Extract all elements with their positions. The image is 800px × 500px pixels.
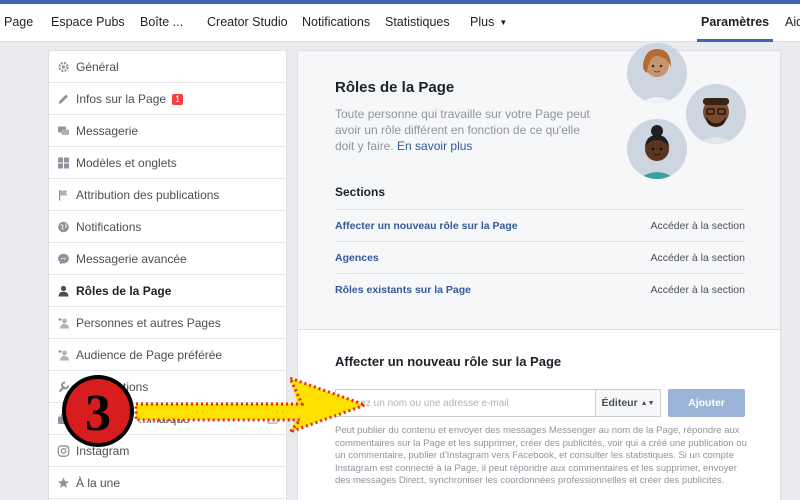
tab-parametres[interactable]: Paramètres <box>697 4 774 42</box>
sidebar-item-label: ...tions <box>113 380 149 394</box>
section-row-agencies: Agences Accéder à la section <box>335 241 745 273</box>
sidebar-item-label: Infos sur la Page 1 <box>76 83 184 115</box>
sidebar-item-label: ...marque <box>139 412 190 426</box>
learn-more-link[interactable]: En savoir plus <box>397 139 472 153</box>
sidebar-item-label: Messagerie <box>76 124 139 138</box>
sidebar-item-label: Notifications <box>76 220 142 234</box>
sidebar-item-messagerie[interactable]: Messagerie <box>49 115 286 147</box>
section-row-existing-roles: Rôles existants sur la Page Accéder à la… <box>335 273 745 305</box>
sidebar-item-contenu-marque[interactable]: ...marque <box>49 403 286 435</box>
tab-more-label: Plus <box>470 15 495 29</box>
tab-aide[interactable]: Aide <box>785 4 800 42</box>
sidebar-item-label: Messagerie avancée <box>76 252 187 266</box>
avatar-man-illustration <box>686 84 746 144</box>
tab-statistiques-label: Statistiques <box>385 15 450 29</box>
page-title: Rôles de la Page <box>335 79 455 96</box>
person-add-icon <box>58 350 69 361</box>
section-link[interactable]: Agences <box>335 242 379 274</box>
tab-page[interactable]: Page <box>4 4 33 42</box>
sidebar-item-label: À la une <box>76 476 121 490</box>
sidebar-item-instagram[interactable]: Instagram <box>49 435 286 467</box>
page-roles-panel: Rôles de la Page Toute personne qui trav… <box>297 43 781 330</box>
sidebar-item-label: Audience de Page préférée <box>76 348 223 362</box>
caret-down-icon: ▼ <box>499 18 508 27</box>
sidebar-item-infos[interactable]: Infos sur la Page 1 <box>49 83 286 115</box>
grid-icon <box>58 157 69 169</box>
globe-icon <box>58 221 69 233</box>
sidebar-item-personnes[interactable]: Personnes et autres Pages <box>49 307 286 339</box>
name-or-email-input[interactable] <box>335 389 596 417</box>
sidebar-item-label: Attribution des publications <box>76 188 220 202</box>
tab-statistiques[interactable]: Statistiques <box>385 4 450 42</box>
sidebar-item-label: Personnes et autres Pages <box>76 316 221 330</box>
section-link[interactable]: Affecter un nouveau rôle sur la Page <box>335 210 518 242</box>
add-button[interactable]: Ajouter <box>668 389 745 417</box>
notification-badge: 1 <box>172 94 184 105</box>
external-link-icon <box>267 413 278 424</box>
sidebar-item-label: Général <box>76 60 119 74</box>
section-row-assign: Affecter un nouveau rôle sur la Page Acc… <box>335 209 745 241</box>
sidebar-item-notifications[interactable]: Notifications <box>49 211 286 243</box>
sidebar-item-attribution[interactable]: Attribution des publications <box>49 179 286 211</box>
messenger-icon <box>58 253 69 265</box>
avatar-woman-bun-illustration <box>627 119 687 179</box>
wrench-icon <box>58 381 69 393</box>
go-to-section-link[interactable]: Accéder à la section <box>650 274 745 306</box>
briefcase-icon <box>58 414 69 424</box>
chat-bubbles-icon <box>58 126 69 135</box>
sidebar-item-label: Instagram <box>76 444 130 458</box>
settings-sidebar: Général Infos sur la Page 1 Messagerie Mo… <box>48 50 287 500</box>
tab-creator-studio[interactable]: Creator Studio <box>207 4 288 42</box>
sidebar-item-modeles[interactable]: Modèles et onglets <box>49 147 286 179</box>
tab-more[interactable]: Plus ▼ <box>470 4 507 42</box>
go-to-section-link[interactable]: Accéder à la section <box>650 210 745 242</box>
sidebar-item-label: Modèles et onglets <box>76 156 177 170</box>
page-tabs-bar: Page Espace Pubs Boîte ... Creator Studi… <box>0 4 800 42</box>
avatar-woman-illustration <box>627 43 687 103</box>
roles-description: Toute personne qui travaille sur votre P… <box>335 106 595 154</box>
up-down-arrows-icon: ▲▼ <box>640 400 655 407</box>
instagram-icon <box>57 445 70 457</box>
sidebar-item-text: Infos sur la Page <box>76 92 167 106</box>
assign-role-panel: Affecter un nouveau rôle sur la Page Édi… <box>297 330 781 500</box>
star-icon <box>58 477 69 488</box>
role-select-value: Éditeur <box>601 397 638 409</box>
sidebar-item-applications[interactable]: ...tions <box>49 371 286 403</box>
tab-notifications[interactable]: Notifications <box>302 4 370 42</box>
tab-inbox[interactable]: Boîte ... <box>140 4 183 42</box>
person-icon <box>58 285 69 297</box>
sections-heading: Sections <box>335 185 386 199</box>
sidebar-item-a-la-une[interactable]: À la une <box>49 467 286 499</box>
role-select[interactable]: Éditeur ▲▼ <box>595 389 661 417</box>
tab-espace-pubs[interactable]: Espace Pubs <box>51 4 125 42</box>
gear-icon <box>58 61 69 73</box>
flag-icon <box>59 190 68 201</box>
go-to-section-link[interactable]: Accéder à la section <box>650 242 745 274</box>
sidebar-item-messagerie-avancee[interactable]: Messagerie avancée <box>49 243 286 275</box>
sidebar-item-audience[interactable]: Audience de Page préférée <box>49 339 286 371</box>
sidebar-item-roles[interactable]: Rôles de la Page <box>49 275 286 307</box>
assign-role-heading: Affecter un nouveau rôle sur la Page <box>335 354 562 369</box>
sidebar-item-label: Rôles de la Page <box>76 284 172 298</box>
section-link[interactable]: Rôles existants sur la Page <box>335 274 471 306</box>
person-add-icon <box>58 318 69 329</box>
role-help-text: Peut publier du contenu et envoyer des m… <box>335 425 747 486</box>
pencil-icon <box>58 94 68 104</box>
sidebar-item-general[interactable]: Général <box>49 51 286 83</box>
